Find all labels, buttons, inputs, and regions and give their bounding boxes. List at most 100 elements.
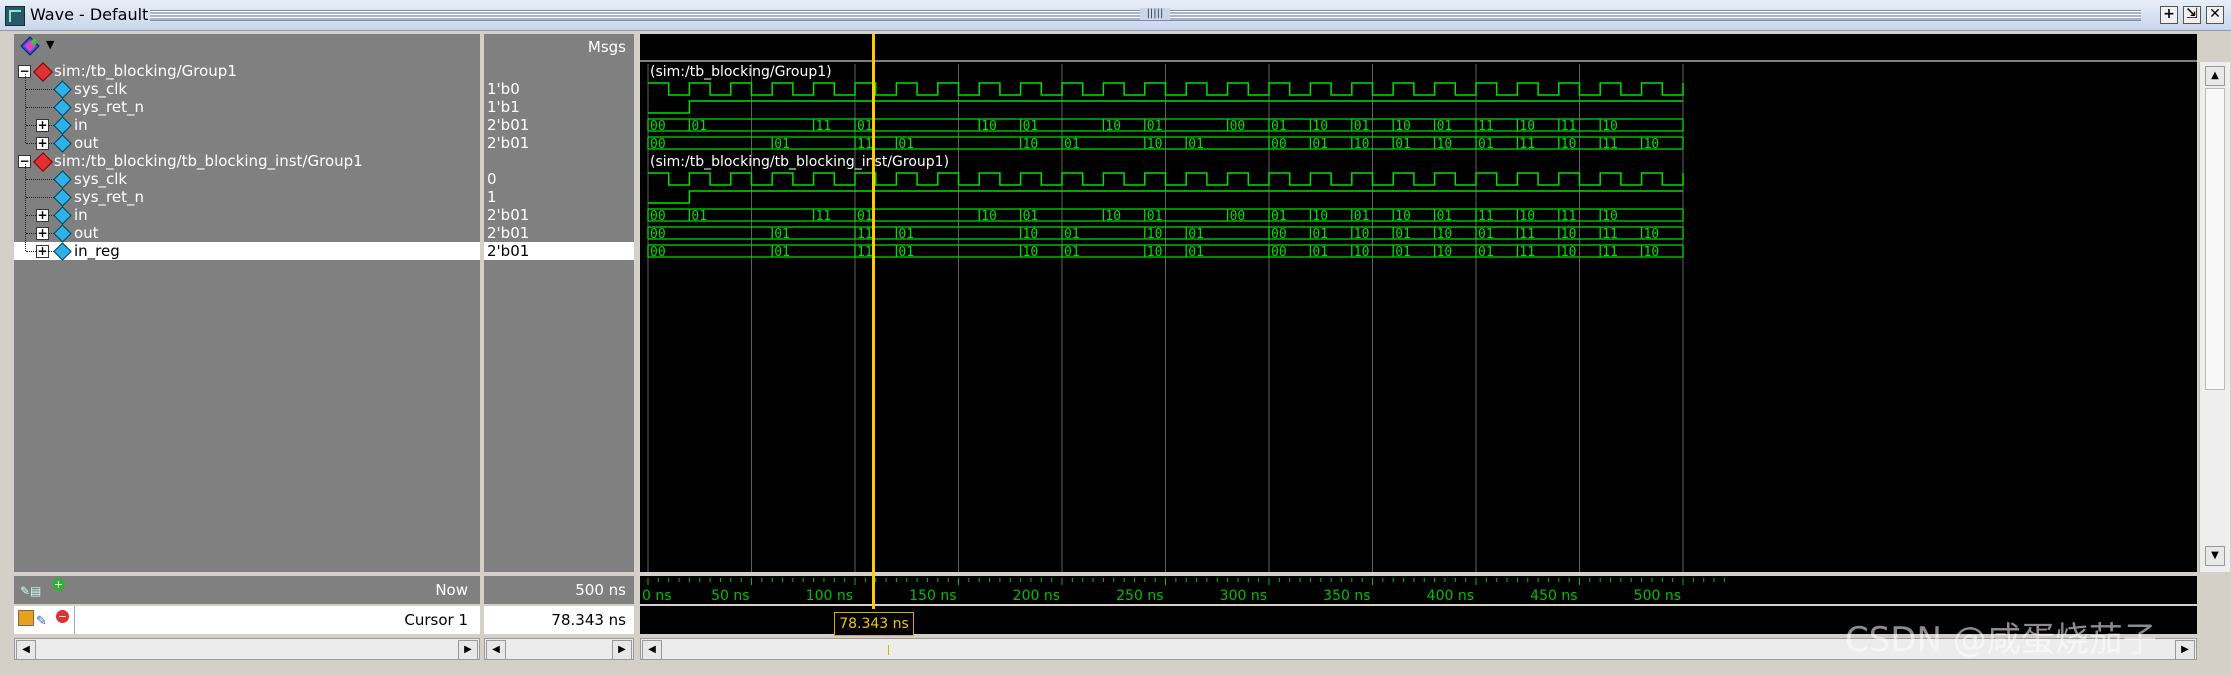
- bus-value-label: 00: [1271, 137, 1287, 152]
- wave-toolbar-icon[interactable]: [20, 36, 40, 56]
- signal-icon: [53, 80, 72, 99]
- signal-value: 2'b01: [487, 206, 530, 224]
- remove-cursor-icon[interactable]: −: [56, 610, 69, 623]
- names-horizontal-scrollbar[interactable]: ◀ ▶: [14, 638, 480, 660]
- bus-value-label: 11: [1519, 245, 1535, 260]
- bus-value-label: 01: [898, 137, 914, 152]
- axis-tick-label: 200 ns: [1013, 588, 1060, 604]
- window-title: Wave - Default: [30, 5, 149, 24]
- bus-value-label: 01: [1312, 137, 1328, 152]
- bus-value-label: 01: [774, 245, 790, 260]
- signal-row[interactable]: + in: [14, 206, 480, 225]
- signal-label: in: [74, 206, 88, 224]
- bus-value-label: 10: [981, 119, 997, 134]
- group-banner: (sim:/tb_blocking/tb_blocking_inst/Group…: [650, 154, 949, 170]
- bus-value-label: 10: [1312, 119, 1328, 134]
- undock-button[interactable]: ⇲: [2183, 6, 2201, 24]
- signal-icon: [53, 98, 72, 117]
- titlebar-grip-handle[interactable]: |||||: [1140, 8, 1170, 20]
- signal-icon: [53, 224, 72, 243]
- close-button[interactable]: ✕: [2206, 6, 2224, 24]
- expand-icon[interactable]: +: [36, 227, 49, 240]
- vscroll-thumb[interactable]: [2205, 88, 2225, 390]
- values-scroll-right[interactable]: ▶: [612, 640, 632, 660]
- bus-value-label: 10: [1602, 209, 1618, 224]
- bus-value-label: 01: [691, 209, 707, 224]
- signal-value: 0: [487, 170, 497, 188]
- names-scroll-left[interactable]: ◀: [16, 640, 36, 660]
- zoom-tools-icon[interactable]: ✎▤: [20, 577, 41, 605]
- signal-row[interactable]: sys_clk: [14, 80, 480, 99]
- bus-value-label: 00: [1230, 119, 1246, 134]
- bus-value-label: 10: [1519, 119, 1535, 134]
- expand-icon[interactable]: +: [36, 245, 49, 258]
- wave-scroll-right[interactable]: ▶: [2175, 640, 2195, 660]
- axis-tick-label: 0 ns: [642, 588, 672, 604]
- bus-value-label: 01: [1312, 227, 1328, 242]
- group-row[interactable]: − sim:/tb_blocking/Group1: [14, 62, 480, 82]
- signal-row[interactable]: + out: [14, 224, 480, 243]
- bus-value-label: 01: [1478, 137, 1494, 152]
- edit-cursor-icon[interactable]: ✎: [36, 608, 47, 636]
- watermark: CSDN @咸蛋烧茄子: [1845, 620, 2157, 660]
- cursor-row-names[interactable]: ✎ − Cursor 1: [14, 606, 480, 634]
- names-header: ▼: [14, 34, 480, 60]
- lock-icon[interactable]: [18, 610, 34, 626]
- bus-value-label: 10: [1023, 245, 1039, 260]
- bus-value-label: 10: [1644, 245, 1660, 260]
- left-border: [0, 31, 14, 637]
- wave-app-icon: [5, 6, 25, 26]
- axis-tick-label: 100 ns: [806, 588, 853, 604]
- wave-scroll-left[interactable]: ◀: [642, 640, 662, 660]
- cursor-1-flag[interactable]: 78.343 ns: [834, 612, 914, 636]
- bus-value-label: 01: [857, 209, 873, 224]
- bus-value-label: 00: [650, 119, 666, 134]
- bus-value-label: 01: [1023, 209, 1039, 224]
- bus-value-label: 01: [1437, 209, 1453, 224]
- bus-value-label: 10: [1105, 209, 1121, 224]
- signal-row[interactable]: sys_ret_n: [14, 98, 480, 117]
- values-horizontal-scrollbar[interactable]: ◀ ▶: [484, 638, 634, 660]
- values-scroll-left[interactable]: ◀: [486, 640, 506, 660]
- scroll-down-button[interactable]: ▼: [2205, 546, 2225, 566]
- axis-tick-label: 300 ns: [1220, 588, 1267, 604]
- bus-value-label: 11: [857, 137, 873, 152]
- bus-value-label: 01: [1271, 119, 1287, 134]
- bus-value-label: 11: [816, 119, 832, 134]
- add-cursor-icon[interactable]: +: [52, 578, 65, 591]
- dock-button[interactable]: +: [2160, 6, 2178, 24]
- expand-icon[interactable]: +: [36, 137, 49, 150]
- bus-value-label: 00: [650, 137, 666, 152]
- signal-row[interactable]: + out: [14, 134, 480, 153]
- group-banner: (sim:/tb_blocking/Group1): [650, 64, 832, 80]
- signal-icon: [53, 206, 72, 225]
- signal-row[interactable]: + in_reg: [14, 242, 480, 261]
- bus-value-label: 01: [1395, 245, 1411, 260]
- bus-value-label: 01: [1064, 227, 1080, 242]
- group-row[interactable]: − sim:/tb_blocking/tb_blocking_inst/Group…: [14, 152, 480, 172]
- signal-label: sys_ret_n: [74, 98, 144, 116]
- signal-row[interactable]: + in: [14, 116, 480, 135]
- expand-icon[interactable]: +: [36, 209, 49, 222]
- signal-row[interactable]: sys_clk: [14, 170, 480, 189]
- signal-row[interactable]: sys_ret_n: [14, 188, 480, 207]
- bus-value-label: 01: [898, 245, 914, 260]
- bus-value-label: 01: [1188, 137, 1204, 152]
- bus-value-label: 10: [1147, 227, 1163, 242]
- bus-value-label: 01: [1354, 209, 1370, 224]
- cursor-value: 78.343 ns: [484, 606, 634, 634]
- bus-value-label: 01: [774, 227, 790, 242]
- signal-label: out: [74, 224, 99, 242]
- bus-value-label: 11: [1519, 137, 1535, 152]
- expand-icon[interactable]: +: [36, 119, 49, 132]
- waveform-vertical-scrollbar[interactable]: ▲ ▼: [2199, 62, 2230, 572]
- bus-value-label: 10: [1105, 119, 1121, 134]
- bus-value-label: 11: [1602, 245, 1618, 260]
- names-scroll-right[interactable]: ▶: [458, 640, 478, 660]
- bus-value-label: 00: [1271, 227, 1287, 242]
- cursor-1-line[interactable]: [872, 34, 875, 609]
- signal-icon: [53, 188, 72, 207]
- scroll-up-button[interactable]: ▲: [2205, 66, 2225, 86]
- chevron-down-icon[interactable]: ▼: [46, 38, 54, 51]
- signal-label: in: [74, 116, 88, 134]
